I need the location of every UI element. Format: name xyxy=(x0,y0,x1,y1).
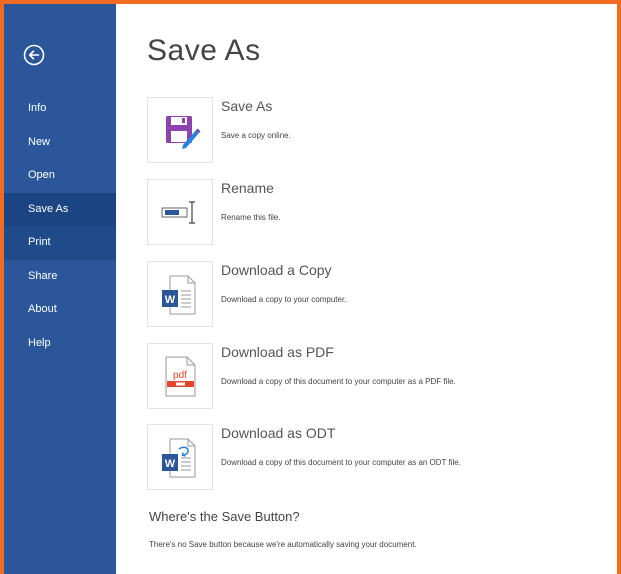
download-pdf-tile[interactable]: pdf xyxy=(147,343,213,409)
save-button-info-title: Where's the Save Button? xyxy=(149,509,300,524)
nav-item-about[interactable]: About xyxy=(4,293,116,327)
nav-item-save-as[interactable]: Save As xyxy=(4,192,116,226)
option-title: Download as ODT xyxy=(221,425,336,441)
backstage-sidebar: Info New Open Save As Print Share About … xyxy=(4,4,116,574)
download-odt-option[interactable]: W Download as ODT Download a copy of thi… xyxy=(147,424,587,490)
main-panel: Save As Save As Save a copy online. Rena… xyxy=(116,4,617,574)
svg-text:W: W xyxy=(165,294,176,306)
save-as-tile[interactable] xyxy=(147,97,213,163)
backstage-nav: Info New Open Save As Print Share About … xyxy=(4,92,116,360)
word-document-icon: W xyxy=(162,275,196,315)
download-copy-tile[interactable]: W xyxy=(147,261,213,327)
option-description: Download a copy of this document to your… xyxy=(221,458,461,467)
nav-item-help[interactable]: Help xyxy=(4,327,116,361)
back-arrow-icon xyxy=(23,44,45,66)
nav-item-share[interactable]: Share xyxy=(4,260,116,294)
nav-item-open[interactable]: Open xyxy=(4,159,116,193)
save-button-info-text: There's no Save button because we're aut… xyxy=(149,540,417,549)
option-description: Download a copy of this document to your… xyxy=(221,377,456,386)
option-title: Save As xyxy=(221,98,273,114)
pdf-document-icon: pdf xyxy=(165,356,196,397)
nav-item-info[interactable]: Info xyxy=(4,92,116,126)
back-button[interactable] xyxy=(23,44,45,66)
svg-text:W: W xyxy=(165,458,176,470)
option-title: Download as PDF xyxy=(221,344,334,360)
download-copy-option[interactable]: W Download a Copy Download a copy to you… xyxy=(147,261,587,327)
rename-tile[interactable] xyxy=(147,179,213,245)
nav-item-new[interactable]: New xyxy=(4,126,116,160)
nav-item-print[interactable]: Print xyxy=(4,226,116,260)
option-description: Rename this file. xyxy=(221,213,281,222)
download-odt-tile[interactable]: W xyxy=(147,424,213,490)
download-pdf-option[interactable]: pdf Download as PDF Download a copy of t… xyxy=(147,343,587,409)
option-description: Download a copy to your computer. xyxy=(221,295,347,304)
option-title: Download a Copy xyxy=(221,262,332,278)
pdf-icon-label: pdf xyxy=(173,370,187,381)
option-description: Save a copy online. xyxy=(221,131,291,140)
page-title: Save As xyxy=(147,34,261,67)
save-as-option[interactable]: Save As Save a copy online. xyxy=(147,97,587,163)
save-as-icon xyxy=(166,116,201,149)
app-frame: Info New Open Save As Print Share About … xyxy=(4,4,617,574)
rename-icon xyxy=(161,201,195,224)
rename-option[interactable]: Rename Rename this file. xyxy=(147,179,587,245)
odt-document-icon: W xyxy=(162,438,196,478)
option-title: Rename xyxy=(221,180,274,196)
